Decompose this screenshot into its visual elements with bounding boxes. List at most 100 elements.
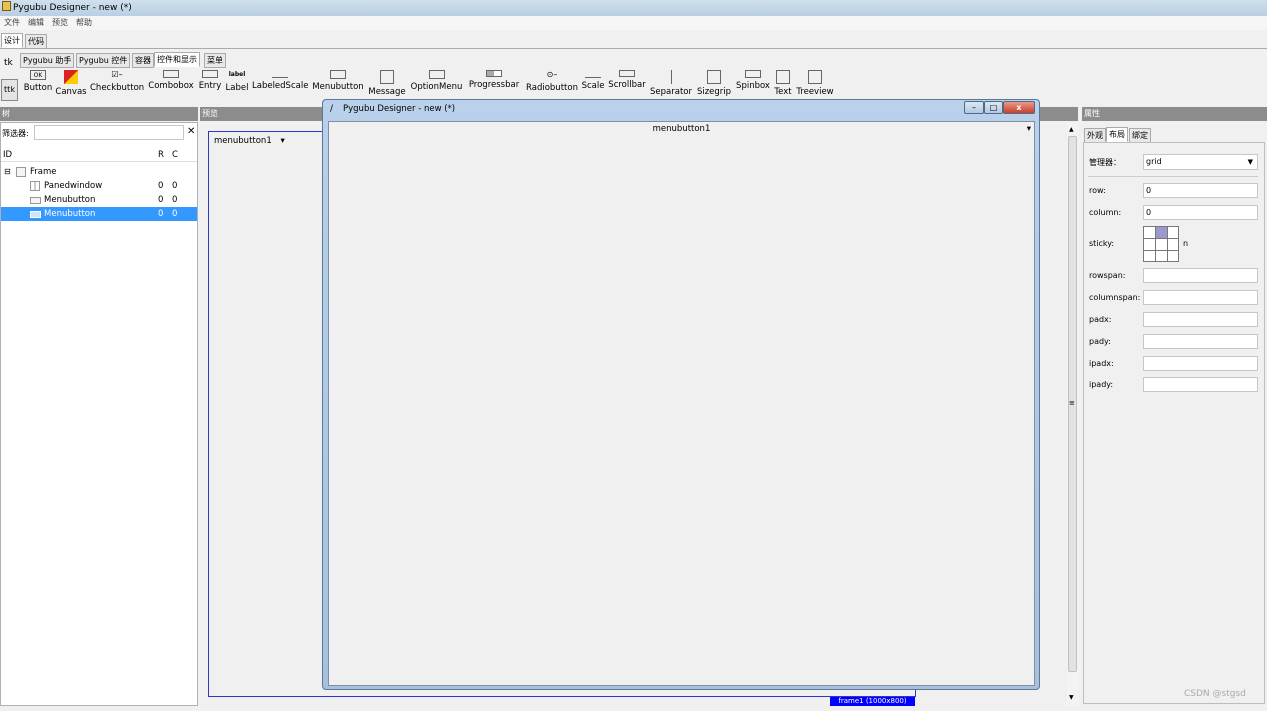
sticky-label: sticky:: [1089, 239, 1115, 248]
tab-layout[interactable]: 布局: [1106, 127, 1128, 142]
watermark: CSDN @stgsd: [1184, 689, 1246, 699]
filter-label: 筛选器:: [2, 129, 29, 138]
tree-panel-header: 树: [0, 107, 198, 121]
palette-canvas[interactable]: Canvas: [55, 68, 87, 97]
tab-containers[interactable]: 容器: [132, 53, 154, 68]
tab-bindings[interactable]: 绑定: [1129, 128, 1151, 143]
palette-treeview[interactable]: Treeview: [795, 68, 835, 97]
palette-button-label: Button: [23, 83, 53, 93]
combobox-icon: [163, 70, 179, 78]
clear-filter-icon[interactable]: ✕: [187, 126, 195, 137]
scrollbar-thumb[interactable]: ≡: [1068, 136, 1077, 672]
collapse-icon[interactable]: ⊟: [4, 165, 11, 179]
palette-scrollbar-label: Scrollbar: [608, 80, 646, 90]
ttk-side-tab[interactable]: ttk: [1, 79, 18, 101]
palette-button[interactable]: OK Button: [22, 68, 54, 93]
palette-optionmenu[interactable]: OptionMenu: [409, 68, 464, 92]
palette-combobox[interactable]: Combobox: [147, 68, 195, 91]
sticky-north-cell[interactable]: [1156, 227, 1167, 238]
minimize-button[interactable]: –: [964, 101, 984, 114]
palette-canvas-label: Canvas: [55, 87, 87, 97]
menu-file[interactable]: 文件: [0, 16, 24, 30]
tree-row-c: 0: [172, 181, 178, 191]
palette-spinbox[interactable]: Spinbox: [735, 68, 771, 91]
palette-entry[interactable]: Entry: [197, 68, 223, 91]
tree-row-label: Panedwindow: [44, 181, 103, 191]
canvas-icon: [64, 70, 78, 84]
text-icon: [776, 70, 790, 84]
sizegrip-icon: [707, 70, 721, 84]
palette-text-label: Text: [774, 87, 792, 97]
columnspan-field[interactable]: [1143, 290, 1258, 305]
column-id-header[interactable]: ID: [3, 148, 12, 162]
palette-separator-label: Separator: [650, 87, 692, 97]
ipadx-field[interactable]: [1143, 356, 1258, 371]
palette-scale[interactable]: Scale: [581, 68, 605, 91]
floating-menubutton[interactable]: menubutton1 ▾: [329, 122, 1034, 136]
menu-preview[interactable]: 预览: [48, 16, 72, 30]
palette-sizegrip-label: Sizegrip: [696, 87, 732, 97]
preview-scrollbar[interactable]: ▲ ≡ ▼: [1067, 122, 1079, 706]
tab-code[interactable]: 代码: [25, 34, 47, 49]
menu-edit[interactable]: 编辑: [24, 16, 48, 30]
row-field[interactable]: 0: [1143, 183, 1258, 198]
column-label: column:: [1089, 208, 1122, 217]
palette-progressbar-label: Progressbar: [468, 80, 520, 90]
manager-select[interactable]: grid ▼: [1143, 154, 1258, 170]
tree-row-r: 0: [158, 209, 164, 219]
entry-icon: [202, 70, 218, 78]
palette-checkbutton[interactable]: ☑– Checkbutton: [90, 68, 144, 93]
preview-menubutton[interactable]: menubutton1 ▾: [214, 136, 285, 146]
tab-menu[interactable]: 菜单: [204, 53, 226, 68]
tree-panel: 筛选器: ✕ ID R C ⊟ Frame Panedwindow 0 0 Me…: [0, 122, 198, 706]
filter-input[interactable]: [34, 125, 184, 140]
labeledscale-icon: [272, 70, 288, 78]
pady-field[interactable]: [1143, 334, 1258, 349]
scroll-down-icon[interactable]: ▼: [1069, 694, 1074, 701]
maximize-button[interactable]: □: [984, 101, 1003, 114]
palette-separator[interactable]: Separator: [649, 68, 693, 97]
column-r-header[interactable]: R: [158, 148, 164, 162]
palette-optionmenu-label: OptionMenu: [410, 82, 463, 92]
menu-help[interactable]: 帮助: [72, 16, 96, 30]
tab-pygubu-widgets[interactable]: Pygubu 控件: [76, 53, 131, 68]
checkbutton-icon: ☑–: [111, 70, 123, 79]
palette-text[interactable]: Text: [773, 68, 793, 97]
app-title: Pygubu Designer - new (*): [13, 3, 132, 13]
dropdown-arrow-icon: ▾: [1026, 124, 1031, 134]
palette-labeledscale[interactable]: LabeledScale: [252, 68, 308, 91]
tree-row-frame[interactable]: ⊟ Frame: [1, 165, 197, 179]
tree-row-panedwindow[interactable]: Panedwindow 0 0: [1, 179, 197, 193]
floating-preview-window[interactable]: ∕ Pygubu Designer - new (*) – □ x menubu…: [322, 99, 1040, 690]
scroll-up-icon[interactable]: ▲: [1069, 126, 1074, 133]
palette-progressbar[interactable]: Progressbar: [467, 68, 521, 90]
rowspan-field[interactable]: [1143, 268, 1258, 283]
tree-row-menubutton-selected[interactable]: Menubutton 0 0: [1, 207, 197, 221]
menubutton-icon: [30, 211, 41, 218]
row-label: row:: [1089, 186, 1106, 195]
palette-sizegrip[interactable]: Sizegrip: [696, 68, 732, 97]
palette-menubutton[interactable]: Menubutton: [311, 68, 365, 92]
palette-label[interactable]: label Label: [224, 68, 250, 93]
palette-message[interactable]: Message: [367, 68, 407, 97]
tab-design[interactable]: 设计: [1, 33, 23, 48]
sticky-grid[interactable]: [1143, 226, 1179, 262]
tk-side-label[interactable]: tk: [4, 58, 13, 68]
padx-field[interactable]: [1143, 312, 1258, 327]
palette-scrollbar[interactable]: Scrollbar: [607, 68, 647, 90]
pady-label: pady:: [1089, 337, 1111, 346]
tree-row-menubutton[interactable]: Menubutton 0 0: [1, 193, 197, 207]
tab-controls-display[interactable]: 控件和显示: [154, 52, 200, 67]
tree-row-label: Menubutton: [44, 209, 96, 219]
tab-pygubu-helper[interactable]: Pygubu 助手: [20, 53, 75, 68]
separator-icon: [670, 70, 672, 84]
column-field[interactable]: 0: [1143, 205, 1258, 220]
close-button[interactable]: x: [1003, 101, 1035, 114]
column-c-header[interactable]: C: [172, 148, 178, 162]
palette-radiobutton[interactable]: ⊙– Radiobutton: [524, 68, 580, 93]
ipady-field[interactable]: [1143, 377, 1258, 392]
tab-appearance[interactable]: 外观: [1084, 128, 1106, 143]
padx-label: padx:: [1089, 315, 1112, 324]
ipadx-label: ipadx:: [1089, 359, 1114, 368]
tab-divider: [0, 48, 1267, 49]
